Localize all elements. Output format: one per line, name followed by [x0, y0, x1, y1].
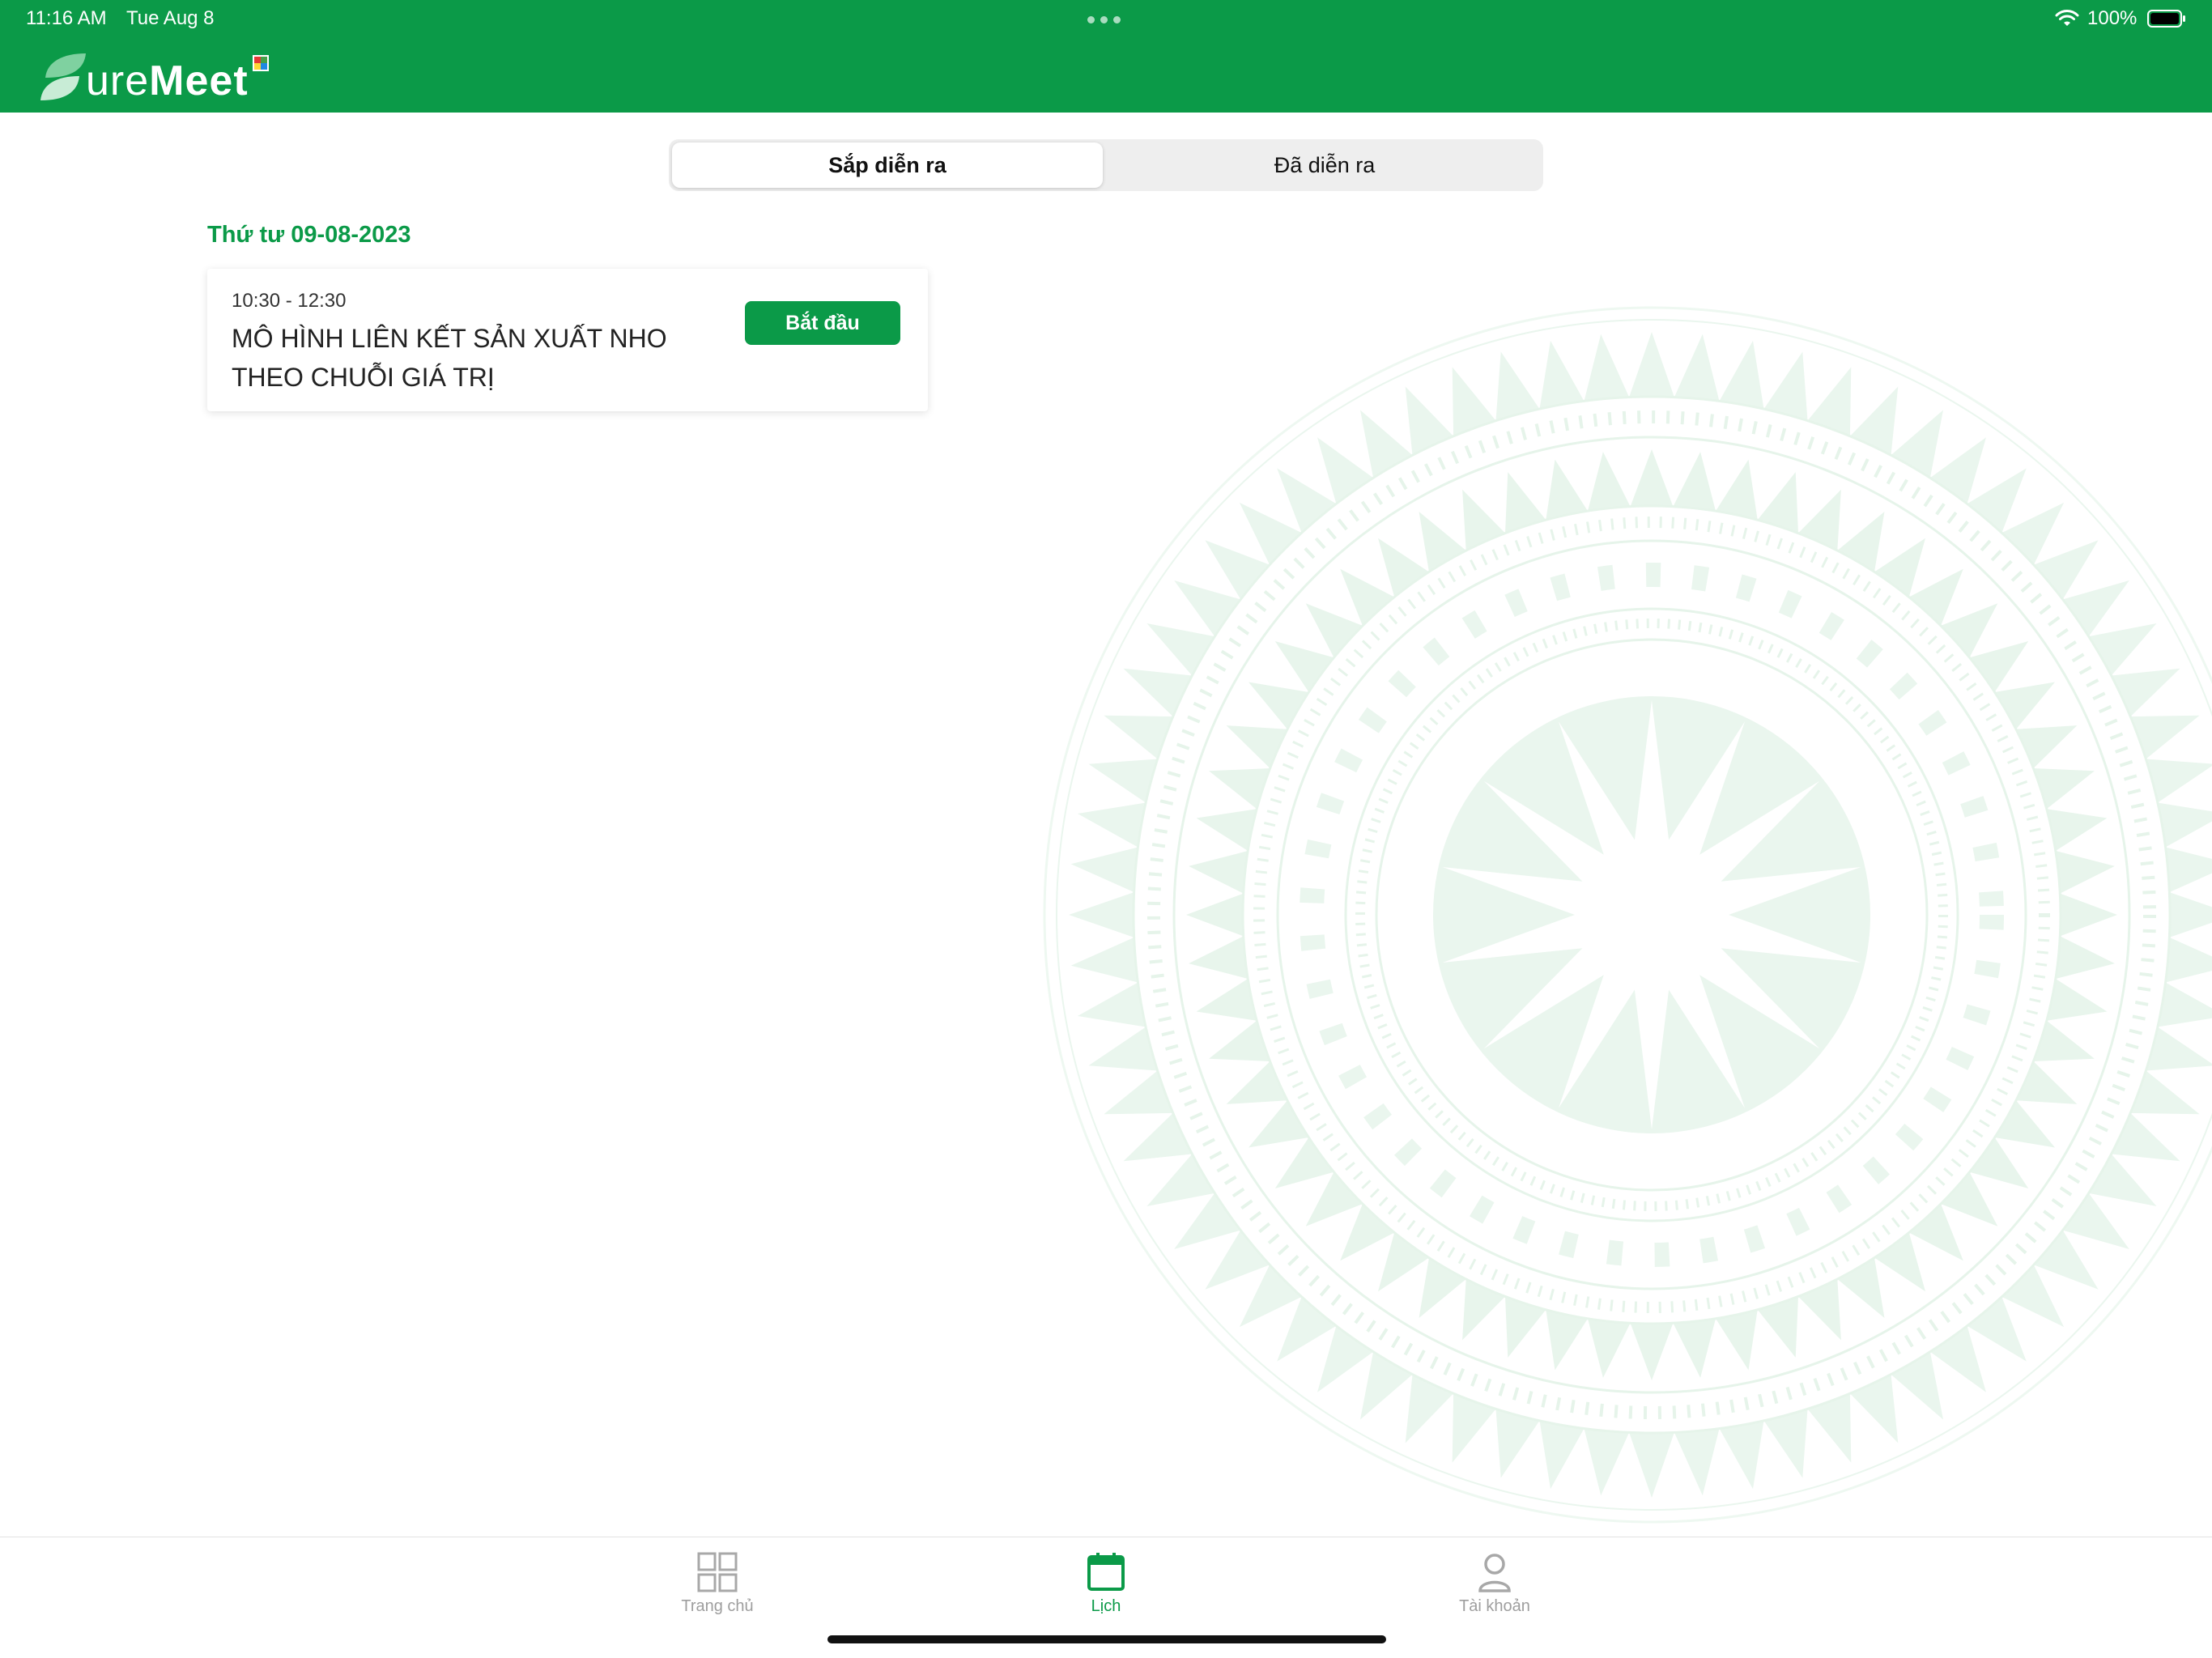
start-meeting-button[interactable]: Bắt đầu: [745, 301, 900, 345]
app-logo: ureMeet: [39, 45, 282, 105]
tab-account-label: Tài khoản: [1459, 1597, 1530, 1615]
leaf-logo-icon: [40, 53, 86, 100]
flag-badge-icon: [253, 55, 269, 71]
battery-percentage: 100%: [2087, 7, 2138, 29]
tab-account[interactable]: Tài khoản: [1397, 1550, 1592, 1623]
calendar-icon: [1087, 1553, 1125, 1591]
home-indicator[interactable]: [827, 1635, 1386, 1643]
bronze-drum-watermark-icon: [1043, 306, 2212, 1524]
segment-past[interactable]: Đã diễn ra: [1109, 142, 1540, 188]
status-bar: 11:16 AM Tue Aug 8 100%: [0, 0, 2212, 39]
user-icon: [1478, 1554, 1511, 1592]
schedule-date-heading: Thứ tư 09-08-2023: [207, 222, 411, 248]
wifi-icon: [2055, 10, 2079, 26]
status-date: Tue Aug 8: [126, 7, 215, 29]
grid-icon: [697, 1552, 738, 1592]
logo-text: ureMeet: [86, 57, 249, 104]
app-header: 11:16 AM Tue Aug 8 100% ureMeet: [0, 0, 2212, 113]
tab-calendar[interactable]: Lịch: [1009, 1550, 1203, 1623]
tab-home-label: Trang chủ: [681, 1597, 754, 1615]
meeting-time: 10:30 - 12:30: [232, 290, 347, 312]
tab-calendar-label: Lịch: [1091, 1597, 1121, 1615]
segment-upcoming[interactable]: Sắp diễn ra: [672, 142, 1103, 188]
multitasking-dots-icon[interactable]: [1087, 16, 1121, 23]
battery-icon: [2147, 10, 2185, 28]
tab-home[interactable]: Trang chủ: [620, 1550, 815, 1623]
meeting-card[interactable]: 10:30 - 12:30 MÔ HÌNH LIÊN KẾT SẢN XUẤT …: [207, 269, 928, 411]
meeting-filter-segmented-control: Sắp diễn ra Đã diễn ra: [669, 139, 1543, 191]
status-time: 11:16 AM: [26, 7, 107, 29]
meeting-title: MÔ HÌNH LIÊN KẾT SẢN XUẤT NHO THEO CHUỖI…: [232, 324, 667, 392]
